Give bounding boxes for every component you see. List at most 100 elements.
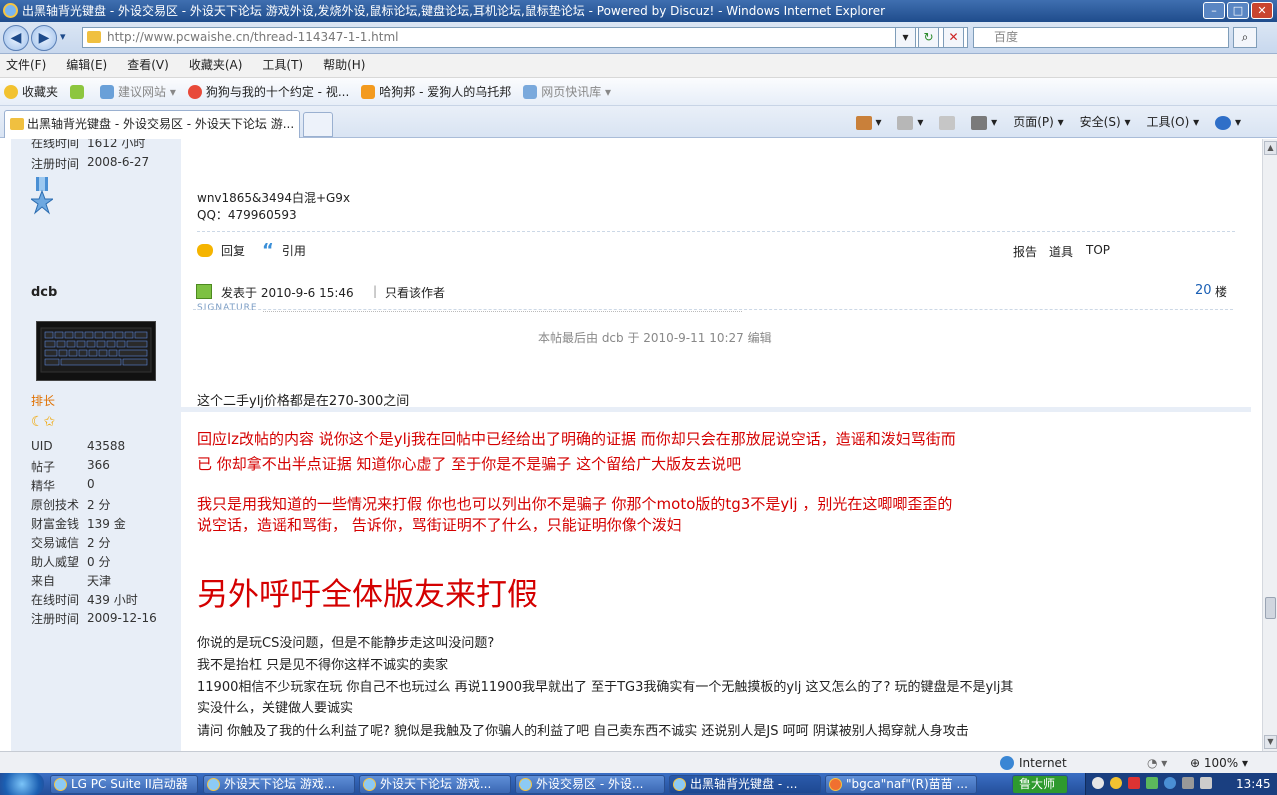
menu-edit[interactable]: 编辑(E) (66, 54, 107, 77)
stat-value: 0 (87, 477, 95, 491)
menu-favorites[interactable]: 收藏夹(A) (189, 54, 243, 77)
menu-bar: 文件(F) 编辑(E) 查看(V) 收藏夹(A) 工具(T) 帮助(H) (0, 54, 1277, 78)
help-icon (1215, 115, 1232, 130)
ie-icon (207, 778, 220, 791)
search-button[interactable]: ⌕ (1233, 27, 1257, 48)
minimize-button[interactable]: – (1203, 2, 1225, 19)
scroll-down-button[interactable]: ▼ (1264, 735, 1277, 749)
stat-label: 注册时间 (31, 612, 80, 626)
fav-web-slice-gallery[interactable]: 网页快讯库 ▾ (523, 83, 611, 100)
url-input[interactable]: http://www.pcwaishe.cn/thread-114347-1-1… (82, 27, 968, 48)
post-red-text: 已 你却拿不出半点证据 知道你心虚了 至于你是不是骗子 这个留给广大版友去说吧 (197, 455, 742, 473)
quote-link[interactable]: “ 引用 (262, 241, 306, 259)
url-dropdown-button[interactable]: ▾ (895, 27, 916, 48)
stat-label: 帖子 (31, 460, 56, 474)
taskbar-item-active[interactable]: 出黑轴背光键盘 - ... (669, 775, 821, 794)
only-author-link[interactable]: 只看该作者 (385, 284, 445, 301)
system-tray: 13:45 (1085, 773, 1277, 795)
stat-label: 交易诚信 (31, 536, 80, 550)
url-text: http://www.pcwaishe.cn/thread-114347-1-1… (107, 30, 399, 44)
close-button[interactable]: ✕ (1251, 2, 1273, 19)
fav-link-dog-video[interactable]: 狗狗与我的十个约定 - 视... (187, 83, 349, 100)
safety-menu[interactable]: 安全(S) ▾ (1080, 110, 1131, 134)
home-site-icon (361, 84, 376, 99)
favorites-bar: 收藏夹 建议网站 ▾ 狗狗与我的十个约定 - 视... 哈狗邦 - 爱狗人的乌托… (0, 78, 1277, 106)
volume-icon[interactable] (1200, 777, 1212, 789)
tray-icon[interactable] (1110, 777, 1122, 789)
page-menu[interactable]: 页面(P) ▾ (1013, 110, 1063, 134)
tab-current[interactable]: 出黑轴背光键盘 - 外设交易区 - 外设天下论坛 游... (4, 110, 300, 138)
print-button[interactable]: ▾ (971, 110, 997, 134)
tray-app-button[interactable]: 鲁大师 (1012, 775, 1068, 794)
separator: | (373, 284, 378, 298)
scroll-up-button[interactable]: ▲ (1264, 141, 1277, 155)
home-icon (855, 115, 872, 130)
stat-label: 精华 (31, 479, 56, 493)
signature-line: QQ：479960593 (197, 208, 297, 222)
post-text: 我不是抬杠 只是见不得你这样不诚实的卖家 (197, 658, 449, 673)
taskbar-item[interactable]: 外设交易区 - 外设... (515, 775, 665, 794)
fav-suggested-sites[interactable]: 建议网站 ▾ (100, 83, 176, 100)
vertical-scrollbar[interactable]: ▲ ▼ (1262, 139, 1277, 751)
menu-help[interactable]: 帮助(H) (323, 54, 365, 77)
tray-icon[interactable] (1128, 777, 1140, 789)
medal-icon (29, 177, 55, 215)
floor-number[interactable]: 20 (1195, 283, 1212, 298)
new-tab-button[interactable] (303, 112, 333, 137)
stat-value: 天津 (87, 574, 112, 588)
scroll-thumb[interactable] (1265, 597, 1276, 619)
tray-icon[interactable] (1146, 777, 1158, 789)
favorites-button[interactable]: 收藏夹 (4, 83, 58, 100)
maximize-button[interactable]: □ (1227, 2, 1249, 19)
taskbar-item[interactable]: LG PC Suite II启动器 (50, 775, 198, 794)
video-site-icon (187, 84, 202, 99)
menu-tools[interactable]: 工具(T) (262, 54, 303, 77)
tray-icon[interactable] (1164, 777, 1176, 789)
author-name[interactable]: dcb (31, 285, 57, 300)
add-favorite-button[interactable] (70, 84, 88, 99)
refresh-button[interactable]: ↻ (918, 27, 939, 48)
divider (193, 309, 1233, 310)
zoom-level[interactable]: ⊕ 100% ▾ (1190, 752, 1248, 774)
fav-link-hagoubang[interactable]: 哈狗邦 - 爱狗人的乌托邦 (361, 83, 511, 100)
post-red-text: 说空话，造谣和骂街， 告诉你，骂街证明不了什么，只能证明你像个泼妇 (197, 516, 682, 534)
stop-button[interactable]: ✕ (943, 27, 964, 48)
stat-label: 原创技术 (31, 498, 80, 512)
menu-view[interactable]: 查看(V) (127, 54, 169, 77)
internet-zone-icon (1000, 756, 1014, 770)
network-icon[interactable] (1182, 777, 1194, 789)
taskbar-item[interactable]: "bgca"naf"(R)苗苗 ... (825, 775, 977, 794)
report-link[interactable]: 报告 (1013, 243, 1037, 260)
web-slice-icon (523, 84, 538, 99)
star-icon (4, 84, 18, 99)
start-button[interactable] (0, 773, 44, 795)
post-text: 实没什么，关键做人要诚实 (197, 701, 354, 716)
feeds-button[interactable]: ▾ (897, 110, 923, 134)
tray-icon[interactable] (1092, 777, 1104, 789)
signature-line: wnv1865&3494白混+G9x (197, 191, 351, 205)
site-favicon-icon (87, 31, 101, 43)
security-zone: Internet (1019, 756, 1067, 770)
edit-notice: 本帖最后由 dcb 于 2010-9-11 10:27 编辑 (538, 331, 772, 345)
ie-logo-icon (3, 3, 18, 18)
top-link[interactable]: TOP (1086, 243, 1110, 257)
reply-link[interactable]: 回复 (197, 242, 245, 259)
taskbar-item[interactable]: 外设天下论坛 游戏... (359, 775, 511, 794)
mail-icon (939, 115, 956, 130)
mail-button[interactable] (939, 110, 956, 134)
app-icon (54, 778, 67, 791)
forward-button[interactable]: ▶ (31, 25, 57, 51)
history-dropdown-icon[interactable]: ▾ (60, 30, 66, 43)
search-input[interactable]: 百度 (973, 27, 1229, 48)
tools-menu[interactable]: 工具(O) ▾ (1146, 110, 1199, 134)
menu-file[interactable]: 文件(F) (6, 54, 46, 77)
tools-link[interactable]: 道具 (1049, 243, 1073, 260)
prev-reg-value: 2008-6-27 (87, 155, 150, 169)
help-menu[interactable]: ▾ (1215, 110, 1241, 134)
clock[interactable]: 13:45 (1236, 773, 1271, 795)
taskbar-item[interactable]: 外设天下论坛 游戏... (203, 775, 355, 794)
back-button[interactable]: ◀ (3, 25, 29, 51)
home-button[interactable]: ▾ (855, 110, 881, 134)
post-text: 请问 你触及了我的什么利益了呢? 貌似是我触及了你骗人的利益了吧 自己卖东西不诚… (197, 724, 969, 739)
post-headline: 另外呼吁全体版友来打假 (197, 577, 538, 613)
